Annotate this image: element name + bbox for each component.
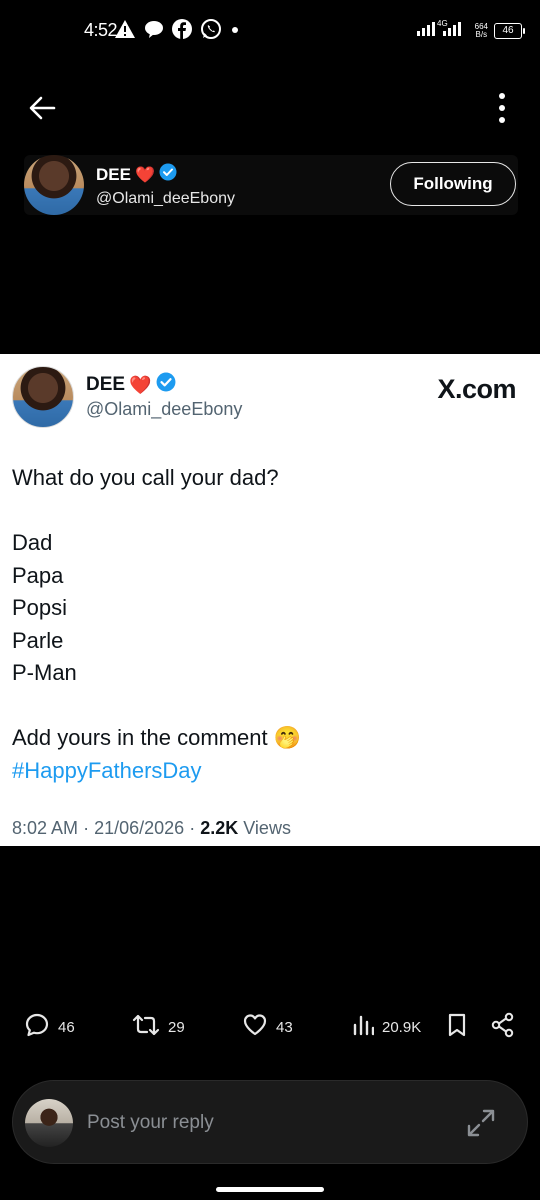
tweet-views-label: Views (243, 818, 291, 838)
reply-button[interactable]: 46 (24, 1012, 75, 1042)
x-brand-logo: X.com (437, 374, 516, 404)
notification-dot-icon (230, 19, 240, 39)
tweet-author-name: DEE (86, 374, 126, 395)
tweet-views-count: 2.2K (200, 818, 239, 838)
like-count: 43 (276, 1018, 293, 1036)
tweet-name-row: DEE ❤️ (86, 372, 176, 398)
warning-icon (114, 19, 136, 39)
action-bar: 46 29 43 20.9K (0, 1012, 540, 1048)
list-item: Dad (12, 530, 53, 555)
net-speed: 664 B/s (475, 22, 488, 39)
heart-emoji: ❤️ (129, 374, 152, 395)
whatsapp-icon (200, 18, 222, 40)
battery-icon: 46 (494, 22, 525, 39)
network-type: 4G (437, 19, 448, 28)
author-avatar[interactable] (24, 155, 84, 215)
reply-input[interactable] (85, 1107, 429, 1139)
status-time: 4:52 (84, 20, 118, 40)
facebook-icon (172, 19, 192, 39)
system-indicators: 4G 664 B/s 46 (416, 18, 525, 43)
tweet-meta: 8:02 AM · 21/06/2026 · 2.2K Views (12, 818, 291, 839)
hashtag-link: #HappyFathersDay (12, 757, 202, 783)
tweet-question: What do you call your dad? (12, 465, 279, 490)
reply-count: 46 (58, 1018, 75, 1036)
reply-composer (12, 1080, 528, 1164)
chat-bubble-icon (144, 19, 164, 39)
views-button[interactable]: 20.9K (352, 1012, 421, 1042)
list-item: Papa (12, 562, 64, 588)
verified-badge-icon (159, 163, 177, 186)
notification-icons (114, 18, 240, 40)
net-speed-unit: B/s (475, 29, 488, 39)
user-avatar (25, 1099, 73, 1147)
like-button[interactable]: 43 (242, 1012, 293, 1042)
meta-separator: · (83, 818, 90, 838)
home-indicator[interactable] (216, 1187, 324, 1192)
author-name-row[interactable]: DEE ❤️ (96, 163, 177, 186)
repost-button[interactable]: 29 (132, 1012, 185, 1042)
like-icon (242, 1012, 268, 1042)
more-options-button[interactable] (490, 90, 514, 126)
expand-composer-button[interactable] (465, 1107, 497, 1139)
tweet-time: 8:02 AM (12, 818, 79, 838)
more-vertical-icon (490, 93, 514, 130)
tweet-closing: Add yours in the comment 🤭 (12, 725, 302, 750)
back-arrow-icon (24, 96, 60, 130)
meta-separator: · (189, 818, 196, 838)
tweet-card: DEE ❤️ @Olami_deeEbony X.com What do you… (0, 354, 540, 846)
list-item: P-Man (12, 660, 77, 685)
status-bar: 4:52 4G 664 B/s 46 (0, 0, 540, 64)
list-item: Parle (12, 627, 64, 653)
following-button[interactable]: Following (390, 162, 516, 206)
author-handle[interactable]: @Olami_deeEbony (96, 190, 235, 208)
verified-badge-icon (156, 372, 176, 398)
expand-icon (465, 1109, 497, 1143)
views-icon (352, 1012, 375, 1042)
reply-icon (24, 1012, 50, 1042)
signal-icon: 4G (416, 18, 469, 43)
list-item: Popsi (12, 595, 68, 620)
repost-count: 29 (168, 1018, 185, 1036)
share-button[interactable] (490, 1012, 516, 1042)
repost-icon (132, 1012, 160, 1042)
author-name: DEE (96, 164, 131, 184)
tweet-author-handle: @Olami_deeEbony (86, 399, 243, 419)
bookmark-icon (446, 1012, 468, 1042)
battery-level: 46 (502, 24, 514, 36)
tweet-text: What do you call your dad? Dad Papa Pops… (12, 462, 522, 787)
heart-emoji: ❤️ (134, 166, 155, 184)
bookmark-button[interactable] (446, 1012, 468, 1042)
tweet-date: 21/06/2026 (94, 818, 185, 838)
share-icon (490, 1012, 516, 1042)
author-header: DEE ❤️ @Olami_deeEbony Following (24, 155, 518, 215)
views-count: 20.9K (382, 1018, 422, 1036)
back-button[interactable] (24, 90, 60, 126)
tweet-avatar (12, 366, 74, 428)
